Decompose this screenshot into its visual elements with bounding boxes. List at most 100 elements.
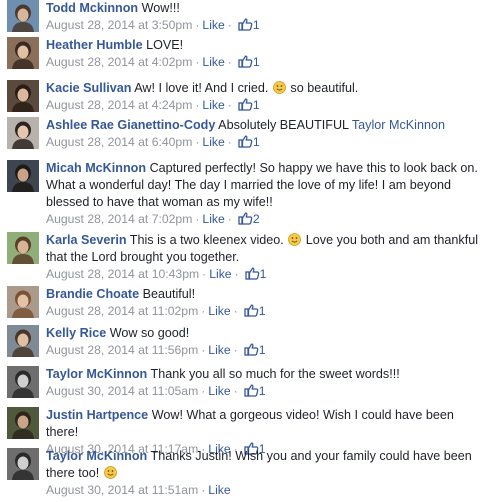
meta-separator: · (227, 55, 232, 69)
like-count: 1 (258, 384, 266, 398)
like-button[interactable]: Like (202, 212, 224, 226)
comment-timestamp[interactable]: August 28, 2014 at 11:56pm (46, 343, 198, 357)
comment-text: Beautiful! (142, 287, 196, 301)
like-count-button[interactable]: 1 (238, 135, 260, 149)
comment-text: Thank you all so much for the sweet word… (150, 367, 400, 381)
meta-separator: · (227, 98, 232, 112)
like-button[interactable]: Like (202, 135, 224, 149)
like-button[interactable]: Like (208, 483, 230, 497)
avatar[interactable] (7, 160, 39, 192)
comment-author-link[interactable]: Taylor McKinnon (46, 367, 147, 381)
avatar[interactable] (7, 366, 39, 398)
comment-timestamp[interactable]: August 28, 2014 at 10:43pm (46, 267, 199, 281)
like-count-button[interactable]: 1 (244, 304, 266, 318)
comment-author-link[interactable]: Taylor McKinnon (46, 449, 147, 463)
like-button[interactable]: Like (208, 384, 230, 398)
comment-text-line: Karla Severin This is a two kleenex vide… (46, 232, 486, 266)
comment-meta: August 30, 2014 at 11:51am · Like (46, 482, 486, 499)
comment-author-link[interactable]: Karla Severin (46, 233, 127, 247)
comment-timestamp[interactable]: August 28, 2014 at 11:02pm (46, 304, 198, 318)
comment-timestamp[interactable]: August 28, 2014 at 7:02pm (46, 212, 192, 226)
comment-timestamp[interactable]: August 30, 2014 at 11:05am (46, 384, 198, 398)
meta-separator: · (201, 304, 206, 318)
comment-meta: August 28, 2014 at 4:24pm · Like · 1 (46, 97, 486, 114)
meta-separator: · (233, 384, 238, 398)
comment-text-line: Kelly Rice Wow so good! (46, 325, 486, 342)
comment-text-continued: so beautiful. (290, 81, 359, 95)
meta-separator: · (227, 18, 232, 32)
thumbs-up-icon (238, 98, 253, 111)
comment-author-link[interactable]: Todd Mckinnon (46, 1, 138, 15)
like-button[interactable]: Like (202, 55, 224, 69)
comment-author-link[interactable]: Brandie Choate (46, 287, 139, 301)
like-count-button[interactable]: 1 (244, 384, 266, 398)
meta-separator: · (195, 55, 200, 69)
comment-text-line: Taylor McKinnon Thank you all so much fo… (46, 366, 486, 383)
comment-text: Wow!!! (141, 1, 180, 15)
mention-link[interactable]: Taylor McKinnon (352, 118, 445, 132)
comment-timestamp[interactable]: August 28, 2014 at 4:24pm (46, 98, 192, 112)
like-count: 2 (252, 212, 260, 226)
comment-timestamp[interactable]: August 28, 2014 at 4:02pm (46, 55, 192, 69)
like-count-button[interactable]: 1 (238, 55, 260, 69)
meta-separator: · (233, 343, 238, 357)
comment-meta: August 28, 2014 at 11:56pm · Like · 1 (46, 342, 486, 359)
avatar[interactable] (7, 325, 39, 357)
like-button[interactable]: Like (208, 343, 230, 357)
like-count-button[interactable]: 1 (238, 98, 260, 112)
comment-author-link[interactable]: Ashlee Rae Gianettino-Cody (46, 118, 215, 132)
avatar[interactable] (7, 407, 39, 439)
comment-author-link[interactable]: Micah McKinnon (46, 161, 146, 175)
comment-body: Karla Severin This is a two kleenex vide… (46, 232, 486, 283)
comment-text: LOVE! (146, 38, 184, 52)
comment-timestamp[interactable]: August 28, 2014 at 3:50pm (46, 18, 192, 32)
comment-text-line: Micah McKinnon Captured perfectly! So ha… (46, 160, 486, 211)
like-count-button[interactable]: 1 (244, 267, 266, 281)
like-button[interactable]: Like (208, 304, 230, 318)
meta-separator: · (202, 267, 207, 281)
like-count-button[interactable]: 1 (238, 18, 260, 32)
comment-text: Aw! I love it! And I cried. (134, 81, 269, 95)
comment-body: Brandie Choate Beautiful! August 28, 2014… (46, 286, 486, 320)
avatar[interactable] (7, 80, 39, 112)
comment-text-line: Todd Mckinnon Wow!!! (46, 0, 486, 17)
avatar[interactable] (7, 117, 39, 149)
comment-text-line: Justin Hartpence Wow! What a gorgeous vi… (46, 407, 486, 441)
comment-meta: August 28, 2014 at 10:43pm · Like · 1 (46, 266, 486, 283)
avatar[interactable] (7, 37, 39, 69)
meta-separator: · (227, 212, 232, 226)
comment-text-line: Brandie Choate Beautiful! (46, 286, 486, 303)
comment-body: Taylor McKinnon Thank you all so much fo… (46, 366, 486, 400)
thumbs-up-icon (238, 212, 253, 225)
thumbs-up-icon (244, 267, 260, 280)
comment-text: Wow so good! (109, 326, 190, 340)
like-button[interactable]: Like (209, 267, 231, 281)
comment-author-link[interactable]: Kacie Sullivan (46, 81, 131, 95)
like-button[interactable]: Like (202, 98, 224, 112)
comment-meta: August 28, 2014 at 3:50pm · Like · 1 (46, 17, 486, 34)
comment-body: Ashlee Rae Gianettino-Cody Absolutely BE… (46, 117, 486, 151)
avatar[interactable] (7, 286, 39, 318)
avatar[interactable] (7, 448, 39, 480)
comment-author-link[interactable]: Kelly Rice (46, 326, 106, 340)
meta-separator: · (201, 483, 206, 497)
avatar[interactable] (7, 232, 39, 264)
comment-author-link[interactable]: Heather Humble (46, 38, 143, 52)
like-count: 1 (252, 55, 260, 69)
like-count-button[interactable]: 2 (238, 212, 260, 226)
comment-meta: August 28, 2014 at 11:02pm · Like · 1 (46, 303, 486, 320)
comment-text: This is a two kleenex video. (129, 233, 284, 247)
avatar[interactable] (7, 0, 39, 32)
comment-timestamp[interactable]: August 30, 2014 at 11:51am (46, 483, 198, 497)
like-button[interactable]: Like (202, 18, 224, 32)
comment-meta: August 28, 2014 at 7:02pm · Like · 2 (46, 211, 486, 228)
comment-author-link[interactable]: Justin Hartpence (46, 408, 148, 422)
thumbs-up-icon (244, 384, 259, 397)
like-count-button[interactable]: 1 (244, 343, 266, 357)
thumbs-up-icon (238, 135, 253, 148)
comment-body: Todd Mckinnon Wow!!! August 28, 2014 at 3… (46, 0, 486, 34)
meta-separator: · (234, 267, 239, 281)
comment-timestamp[interactable]: August 28, 2014 at 6:40pm (46, 135, 192, 149)
meta-separator: · (195, 98, 200, 112)
thumbs-up-icon (244, 343, 259, 356)
